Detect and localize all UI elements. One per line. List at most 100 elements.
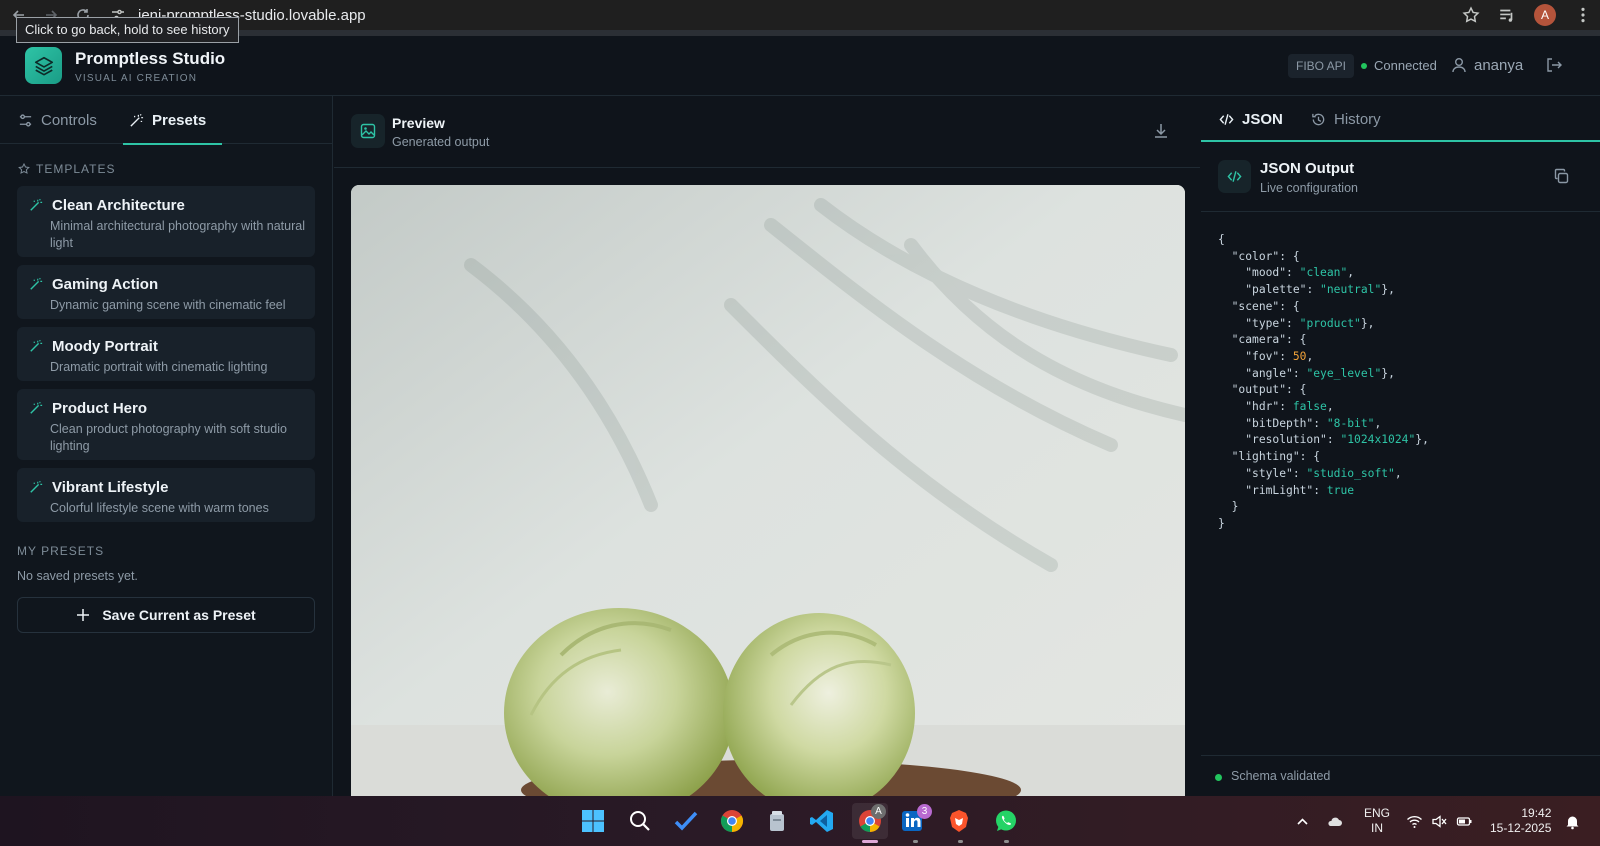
browser-toolbar: ieni-promptless-studio.lovable.app A (0, 0, 1600, 30)
app-running-dot (913, 840, 918, 843)
generated-image (351, 185, 1185, 805)
template-description: Minimal architectural photography with n… (50, 219, 305, 250)
template-card[interactable]: Product Hero Clean product photography w… (17, 389, 315, 460)
tray-language[interactable]: ENG IN (1364, 796, 1390, 846)
plus-icon (77, 609, 90, 621)
right-tabs: JSON History (1201, 96, 1600, 142)
tab-presets-label: Presets (152, 111, 207, 129)
tab-history[interactable]: History (1311, 96, 1381, 142)
right-panel: JSON History JSON Output Live configurat… (1201, 96, 1600, 796)
start-button[interactable] (578, 806, 608, 836)
template-name: Clean Architecture (52, 197, 185, 214)
profile-avatar[interactable]: A (1534, 4, 1556, 26)
todo-check-icon (674, 811, 698, 831)
app-running-dot (958, 840, 963, 843)
tab-presets[interactable]: Presets (122, 96, 223, 145)
tab-json[interactable]: JSON (1219, 96, 1283, 142)
api-badge: FIBO API (1288, 54, 1355, 78)
language-region: IN (1371, 821, 1383, 835)
preview-panel: Preview Generated output (334, 96, 1200, 805)
tray-notifications[interactable] (1564, 796, 1581, 846)
app-header: Promptless Studio VISUAL AI CREATION FIB… (0, 36, 1600, 96)
connection-status: Connected (1374, 58, 1437, 73)
bell-icon (1566, 816, 1579, 829)
tab-history-label: History (1334, 110, 1381, 128)
cloud-icon (1328, 817, 1342, 826)
tab-controls[interactable]: Controls (18, 96, 97, 144)
brave-lion-icon (950, 810, 968, 832)
json-code-block[interactable]: { "color": { "mood": "clean", "palette":… (1218, 232, 1429, 533)
json-title: JSON Output (1260, 160, 1355, 177)
wand-icon (130, 113, 144, 127)
template-card[interactable]: Gaming Action Dynamic gaming scene with … (17, 265, 315, 319)
app-running-dot (1004, 840, 1009, 843)
template-name: Moody Portrait (52, 338, 158, 355)
templates-label: TEMPLATES (36, 162, 116, 176)
taskbar-search[interactable] (625, 806, 655, 836)
template-name: Vibrant Lifestyle (52, 479, 169, 496)
language-code: ENG (1364, 806, 1391, 820)
left-sidebar: Controls Presets TEMPLATES Clean Archite… (0, 96, 333, 796)
star-icon (18, 163, 30, 174)
tray-clock[interactable]: 19:42 15-12-2025 (1490, 796, 1551, 846)
clock-time: 19:42 (1521, 806, 1552, 820)
wifi-icon (1407, 815, 1422, 828)
template-card[interactable]: Vibrant Lifestyle Colorful lifestyle sce… (17, 468, 315, 522)
save-preset-button[interactable]: Save Current as Preset (17, 597, 315, 633)
layers-icon (34, 56, 53, 76)
my-presets-heading: MY PRESETS (17, 544, 105, 558)
empty-presets-message: No saved presets yet. (17, 569, 138, 583)
taskbar-brave[interactable] (944, 806, 974, 836)
user-name: ananya (1474, 57, 1524, 74)
template-description: Clean product photography with soft stud… (50, 422, 287, 453)
taskbar-chrome[interactable] (717, 806, 747, 836)
chrome-profile-badge: A (871, 804, 886, 819)
taskbar-todo[interactable] (671, 806, 701, 836)
taskbar-vscode[interactable] (807, 806, 837, 836)
taskbar-whatsapp[interactable] (991, 806, 1021, 836)
schema-status-dot (1215, 774, 1222, 781)
history-icon (1312, 113, 1325, 125)
chevron-up-icon (1297, 817, 1308, 825)
tray-onedrive[interactable] (1326, 796, 1343, 846)
code-icon (1219, 113, 1234, 125)
template-name: Product Hero (52, 400, 148, 417)
media-queue-icon[interactable] (1498, 6, 1516, 24)
more-vertical-icon[interactable] (1574, 6, 1592, 24)
save-preset-label: Save Current as Preset (102, 607, 256, 623)
copy-icon[interactable] (1553, 168, 1570, 185)
app-logo[interactable] (25, 47, 62, 84)
json-badge (1218, 160, 1251, 193)
download-icon[interactable] (1152, 122, 1170, 140)
back-tooltip: Click to go back, hold to see history (16, 17, 239, 43)
wand-icon (30, 480, 43, 493)
bookmark-star-icon[interactable] (1462, 6, 1480, 24)
schema-status-bar: Schema validated (1201, 755, 1600, 796)
address-bar[interactable]: ieni-promptless-studio.lovable.app (104, 2, 1394, 28)
brand-subtitle: VISUAL AI CREATION (75, 73, 198, 84)
tab-controls-label: Controls (41, 111, 97, 129)
tray-overflow[interactable] (1294, 796, 1311, 846)
wand-icon (30, 339, 43, 352)
tray-status-icons[interactable] (1406, 796, 1473, 846)
preview-subtitle: Generated output (392, 135, 490, 149)
template-name: Gaming Action (52, 276, 159, 293)
json-header: JSON Output Live configuration (1201, 142, 1600, 212)
template-card[interactable]: Clean Architecture Minimal architectural… (17, 186, 315, 257)
template-card[interactable]: Moody Portrait Dramatic portrait with ci… (17, 327, 315, 381)
schema-status-text: Schema validated (1231, 769, 1331, 783)
clock-date: 15-12-2025 (1490, 821, 1552, 835)
image-icon (360, 123, 376, 139)
os-taskbar: A 3 ENG IN 19:42 15-12-2025 (0, 796, 1600, 846)
template-description: Colorful lifestyle scene with warm tones (50, 501, 269, 515)
user-icon (1452, 58, 1466, 73)
code-icon (1227, 171, 1242, 182)
sliders-icon (19, 113, 32, 127)
wand-icon (30, 277, 43, 290)
preview-header: Preview Generated output (334, 96, 1200, 168)
active-app-indicator (862, 840, 878, 843)
whatsapp-icon (996, 810, 1016, 831)
taskbar-storage[interactable] (762, 806, 792, 836)
logout-icon[interactable] (1545, 56, 1563, 74)
preview-badge (351, 114, 385, 148)
